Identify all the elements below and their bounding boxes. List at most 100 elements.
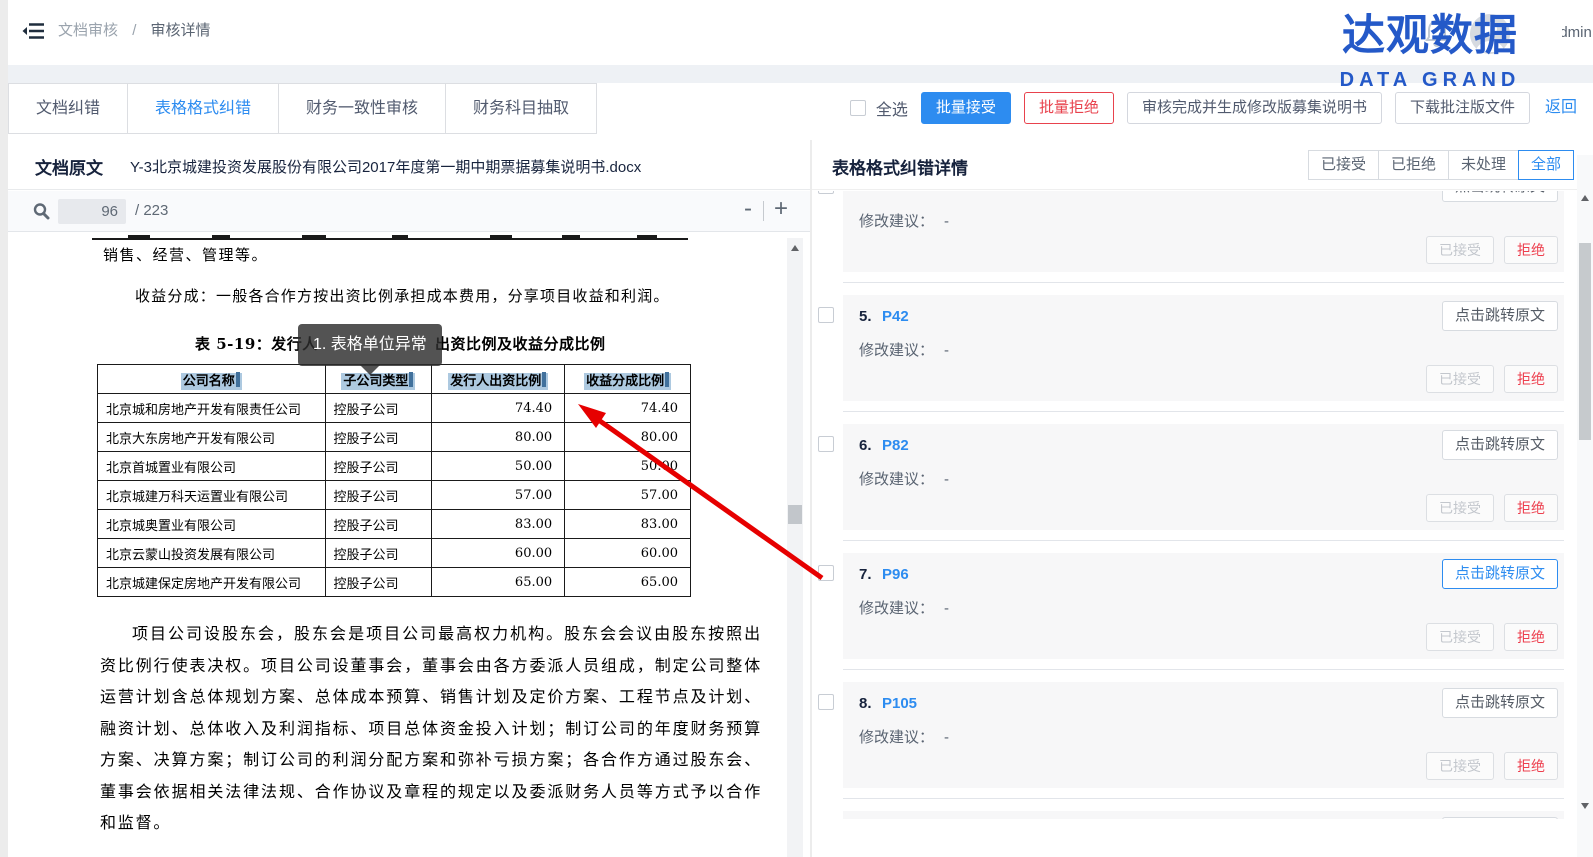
table-caption-right: 出资比例及收益分成比例 [435, 333, 606, 354]
jump-to-source-button[interactable]: 点击跳转原文 [1442, 301, 1558, 331]
table-header-cell: 收益分成比例 [565, 365, 691, 394]
zoom-in-button[interactable]: + [774, 195, 788, 223]
search-icon[interactable] [32, 202, 50, 225]
filter-button-0[interactable]: 已接受 [1308, 150, 1379, 180]
tab-1[interactable]: 表格格式纠错 [127, 83, 279, 134]
filter-button-1[interactable]: 已拒绝 [1378, 150, 1449, 180]
table-cell: 50.00 [565, 452, 691, 481]
review-scrollbar-thumb[interactable] [1579, 243, 1591, 440]
doc-paragraph-2: 收益分成：一般各合作方按出资比例承担成本费用，分享项目收益和利润。 [135, 285, 670, 306]
issue-card: 8. P105 点击跳转原文 修改建议：- 已接受 拒绝 [843, 682, 1564, 788]
table-cell: 60.00 [565, 539, 691, 568]
tooltip-arrow [360, 365, 380, 375]
page-total-label: / 223 [135, 202, 168, 219]
table-cell: 北京城建万科天运置业有限公司 [98, 481, 326, 510]
filter-button-3[interactable]: 全部 [1518, 150, 1574, 180]
issue-page-link[interactable]: P82 [882, 437, 909, 454]
table-row: 北京城和房地产开发有限责任公司控股子公司74.4074.40 [98, 394, 691, 423]
issue-checkbox[interactable] [818, 694, 834, 710]
issue-divider [843, 669, 1564, 670]
document-scrollbar-thumb[interactable] [788, 505, 802, 524]
reject-button[interactable]: 拒绝 [1504, 494, 1558, 522]
table-cell: 65.00 [565, 568, 691, 597]
table-row: 北京云蒙山投资发展有限公司控股子公司60.0060.00 [98, 539, 691, 568]
table-cell: 60.00 [432, 539, 565, 568]
tab-3[interactable]: 财务科目抽取 [445, 83, 597, 134]
scroll-up-icon[interactable] [1581, 195, 1589, 201]
issue-number: 6. [859, 437, 872, 454]
menu-fold-icon[interactable] [22, 21, 46, 41]
reject-button[interactable]: 拒绝 [1504, 365, 1558, 393]
jump-to-source-button[interactable]: 点击跳转原文 [1442, 688, 1558, 718]
issue-header: 7. P96 点击跳转原文 [859, 561, 1548, 589]
review-scrollbar[interactable] [1577, 155, 1593, 857]
accepted-button[interactable]: 已接受 [1426, 236, 1494, 264]
review-panel: 表格格式纠错详情 已接受已拒绝未处理全部 点击跳转原文 修改建议：- 已接受 拒… [812, 140, 1593, 857]
issue-suggestion: 修改建议：- [859, 726, 1548, 746]
download-annotated-button[interactable]: 下载批注版文件 [1395, 92, 1530, 124]
jump-to-source-button[interactable]: 点击跳转原文 [1442, 430, 1558, 460]
zoom-out-button[interactable]: - [744, 195, 752, 223]
header-controls: 全选 批量接受 批量拒绝 审核完成并生成修改版募集说明书 下载批注版文件 返回 [850, 92, 1579, 124]
suggestion-label: 修改建议： [859, 213, 934, 230]
review-panel-header: 表格格式纠错详情 已接受已拒绝未处理全部 [812, 140, 1593, 190]
issue-list: 点击跳转原文 修改建议：- 已接受 拒绝 5. P42 点击跳转原文 修改建议：… [812, 191, 1593, 819]
table-row: 北京城建保定房地产开发有限公司控股子公司65.0065.00 [98, 568, 691, 597]
reject-button[interactable]: 拒绝 [1504, 623, 1558, 651]
accepted-button[interactable]: 已接受 [1426, 365, 1494, 393]
scroll-down-icon[interactable] [1581, 803, 1589, 809]
reject-button[interactable]: 拒绝 [1504, 752, 1558, 780]
breadcrumb-section[interactable]: 文档审核 [58, 22, 118, 39]
issue-checkbox[interactable] [818, 565, 834, 581]
document-table: 公司名称子公司类型发行人出资比例收益分成比例 北京城和房地产开发有限责任公司控股… [97, 364, 691, 597]
doc-paragraph-3: 项目公司设股东会，股东会是项目公司最高权力机构。股东会会议由股东按照出资比例行使… [100, 618, 762, 839]
issue-actions: 已接受 拒绝 [1426, 752, 1558, 780]
issue-actions: 已接受 拒绝 [1426, 494, 1558, 522]
reject-button[interactable]: 拒绝 [1504, 236, 1558, 264]
jump-to-source-button[interactable]: 点击跳转原文 [1442, 817, 1558, 819]
brand-logo-cn: 达观数据 [1322, 4, 1538, 68]
issue-actions: 已接受 拒绝 [1426, 623, 1558, 651]
issue-suggestion: 修改建议：- [859, 468, 1548, 488]
issue-checkbox[interactable] [818, 191, 834, 194]
issue-header: 点击跳转原文 [859, 191, 1548, 202]
accepted-button[interactable]: 已接受 [1426, 623, 1494, 651]
issue-header: 5. P42 点击跳转原文 [859, 303, 1548, 331]
issue-page-link[interactable]: P96 [882, 566, 909, 583]
scroll-up-icon[interactable] [791, 245, 799, 251]
table-cell: 65.00 [432, 568, 565, 597]
jump-to-source-button[interactable]: 点击跳转原文 [1442, 559, 1558, 589]
table-cell: 83.00 [565, 510, 691, 539]
table-cell: 83.00 [432, 510, 565, 539]
back-button[interactable]: 返回 [1543, 92, 1579, 124]
tab-0[interactable]: 文档纠错 [8, 83, 128, 134]
table-cell: 50.00 [432, 452, 565, 481]
jump-to-source-button[interactable]: 点击跳转原文 [1442, 191, 1558, 202]
issue-page-link[interactable]: P42 [882, 308, 909, 325]
finish-generate-button[interactable]: 审核完成并生成修改版募集说明书 [1127, 92, 1382, 124]
issue-divider [843, 411, 1564, 412]
username-label[interactable]: admin [1562, 24, 1593, 44]
issue-page-link[interactable]: P105 [882, 695, 917, 712]
select-all-checkbox[interactable] [850, 100, 866, 116]
suggestion-label: 修改建议： [859, 600, 934, 617]
brand-logo-en: DATA GRAND [1322, 68, 1538, 92]
accepted-button[interactable]: 已接受 [1426, 752, 1494, 780]
table-cell: 74.40 [565, 394, 691, 423]
issue-actions: 已接受 拒绝 [1426, 365, 1558, 393]
filter-button-2[interactable]: 未处理 [1448, 150, 1519, 180]
accepted-button[interactable]: 已接受 [1426, 494, 1494, 522]
table-cell: 80.00 [432, 423, 565, 452]
batch-accept-button[interactable]: 批量接受 [921, 92, 1011, 124]
document-scrollbar[interactable] [787, 238, 803, 857]
document-panel-header: 文档原文 Y-3北京城建投资发展股份有限公司2017年度第一期中期票据募集说明书… [8, 140, 810, 190]
tab-2[interactable]: 财务一致性审核 [278, 83, 446, 134]
table-cell: 控股子公司 [325, 394, 432, 423]
breadcrumb-current: 审核详情 [151, 22, 211, 39]
doc-paragraph-1: 销售、经营、管理等。 [103, 244, 268, 265]
issue-checkbox[interactable] [818, 436, 834, 452]
batch-reject-button[interactable]: 批量拒绝 [1024, 92, 1114, 124]
page-number-input[interactable] [58, 199, 126, 224]
table-row: 北京城奥置业有限公司控股子公司83.0083.00 [98, 510, 691, 539]
issue-checkbox[interactable] [818, 307, 834, 323]
